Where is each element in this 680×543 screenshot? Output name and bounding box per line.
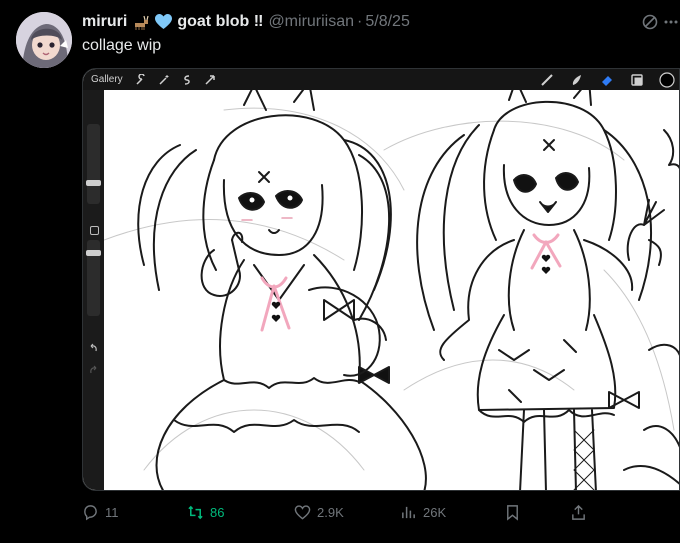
selection-icon[interactable] <box>179 72 195 88</box>
view-count: 26K <box>423 504 447 520</box>
brush-icon[interactable] <box>539 72 555 88</box>
repost-count: 86 <box>210 504 225 520</box>
views-icon <box>402 506 415 518</box>
like-count: 2.9K <box>317 504 344 520</box>
post-date[interactable]: 5/8/25 <box>365 13 409 31</box>
like-button[interactable]: 2.9K <box>294 504 344 521</box>
reply-count: 11 <box>105 504 119 520</box>
user-handle[interactable]: @miruriisan <box>268 13 354 31</box>
name-badge-text: goat blob ‼ <box>177 13 264 30</box>
procreate-toolbar: Gallery <box>83 69 679 90</box>
brush-size-thumb[interactable] <box>86 180 101 186</box>
bookmark-icon <box>507 504 518 521</box>
opacity-slider[interactable] <box>86 240 101 316</box>
procreate-sidebar <box>83 90 104 490</box>
post-media[interactable]: Gallery <box>82 68 680 491</box>
reply-button[interactable]: 11 <box>82 504 119 521</box>
share-button[interactable] <box>570 504 587 521</box>
gallery-button[interactable]: Gallery <box>91 74 123 85</box>
post-actions: 11 86 2.9K 26K <box>82 500 680 524</box>
layers-icon[interactable] <box>629 72 645 88</box>
brush-size-slider[interactable] <box>86 124 101 204</box>
opacity-thumb[interactable] <box>86 250 101 256</box>
magic-wand-icon[interactable] <box>156 72 172 88</box>
eraser-icon[interactable] <box>599 72 615 88</box>
repost-button[interactable]: 86 <box>187 504 224 521</box>
smudge-icon[interactable] <box>569 72 585 88</box>
share-icon <box>572 504 585 520</box>
color-swatch-icon[interactable] <box>659 71 675 88</box>
bookmark-button[interactable] <box>504 504 521 521</box>
transform-icon[interactable] <box>202 72 218 88</box>
modify-button[interactable] <box>90 226 99 235</box>
like-icon <box>294 504 311 520</box>
reply-icon <box>84 504 97 520</box>
more-icon[interactable] <box>664 14 678 30</box>
repost-icon <box>188 505 203 519</box>
separator-dot: · <box>357 13 363 30</box>
views-button[interactable]: 26K <box>400 504 446 521</box>
blue-heart-icon <box>155 14 173 30</box>
goat-emoji-icon <box>132 14 150 30</box>
avatar-image <box>16 12 72 68</box>
post-text: collage wip <box>82 37 162 54</box>
right-tools <box>525 69 675 90</box>
sketch-artwork <box>104 90 679 490</box>
avatar[interactable] <box>16 12 72 68</box>
grok-icon[interactable] <box>642 14 658 30</box>
display-name[interactable]: miruri <box>82 13 127 31</box>
undo-icon[interactable] <box>88 342 99 353</box>
post-header: miruri goat blob ‼ @miruriisan · 5/8/25 <box>82 11 660 33</box>
redo-icon[interactable] <box>88 364 99 375</box>
wrench-icon[interactable] <box>133 72 149 88</box>
